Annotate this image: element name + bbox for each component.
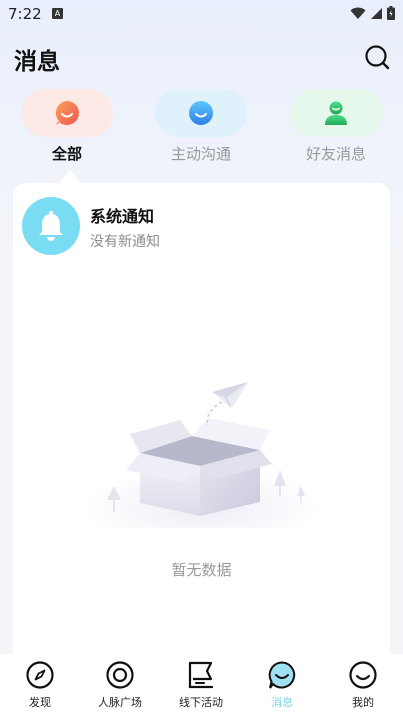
empty-state-text: 暂无数据 bbox=[171, 561, 232, 579]
signal-icon bbox=[371, 7, 382, 19]
tab-friend-messages-label: 好友消息 bbox=[305, 145, 366, 163]
wifi-icon bbox=[350, 7, 366, 19]
bell-icon bbox=[39, 211, 63, 241]
tab-active-chat-pill bbox=[155, 89, 247, 137]
nav-label-offline-events: 线下活动 bbox=[179, 696, 223, 709]
nav-item-messages[interactable]: 消息 bbox=[247, 660, 317, 710]
notification-app-icon: A bbox=[52, 8, 63, 19]
nav-item-profile[interactable]: 我的 bbox=[328, 660, 398, 710]
notice-title: 系统通知 bbox=[90, 207, 155, 226]
smile-face-icon bbox=[189, 101, 213, 125]
nav-item-network-square[interactable]: 人脉广场 bbox=[85, 660, 155, 710]
flag-icon bbox=[188, 661, 214, 689]
nav-label-discover: 发现 bbox=[29, 696, 51, 709]
speech-bubble-icon bbox=[55, 101, 79, 125]
nav-label-messages: 消息 bbox=[271, 696, 293, 709]
nav-item-offline-events[interactable]: 线下活动 bbox=[166, 660, 236, 710]
search-icon[interactable] bbox=[364, 44, 390, 70]
smiley-icon bbox=[349, 661, 377, 689]
chat-bubble-icon bbox=[268, 661, 296, 689]
notice-avatar bbox=[22, 197, 80, 255]
notice-subtitle: 没有新通知 bbox=[90, 234, 160, 250]
nav-label-profile: 我的 bbox=[352, 696, 374, 709]
compass-icon bbox=[26, 661, 54, 689]
active-tab-pointer bbox=[58, 170, 82, 184]
nav-label-network-square: 人脉广场 bbox=[98, 696, 142, 709]
status-time: 7:22 bbox=[8, 5, 42, 23]
system-notice-row[interactable]: 系统通知 没有新通知 bbox=[22, 197, 382, 255]
tab-friend-messages[interactable]: 好友消息 bbox=[290, 89, 382, 164]
battery-icon bbox=[387, 6, 395, 20]
nav-item-discover[interactable]: 发现 bbox=[5, 660, 75, 710]
status-bar: 7:22 A bbox=[0, 0, 403, 28]
tab-active-chat-label: 主动沟通 bbox=[170, 145, 231, 163]
status-icons bbox=[350, 6, 395, 20]
tab-all-label: 全部 bbox=[51, 145, 82, 163]
tab-all[interactable]: 全部 bbox=[21, 89, 113, 164]
person-icon bbox=[325, 101, 347, 125]
empty-box-illustration bbox=[82, 382, 322, 528]
page-title: 消息 bbox=[14, 49, 60, 75]
tab-friend-messages-pill bbox=[290, 89, 382, 137]
bottom-nav: 发现 人脉广场 线下活动 消息 我的 bbox=[0, 654, 403, 716]
tab-all-pill bbox=[21, 89, 113, 137]
target-icon bbox=[106, 661, 134, 689]
tab-active-chat[interactable]: 主动沟通 bbox=[155, 89, 247, 164]
